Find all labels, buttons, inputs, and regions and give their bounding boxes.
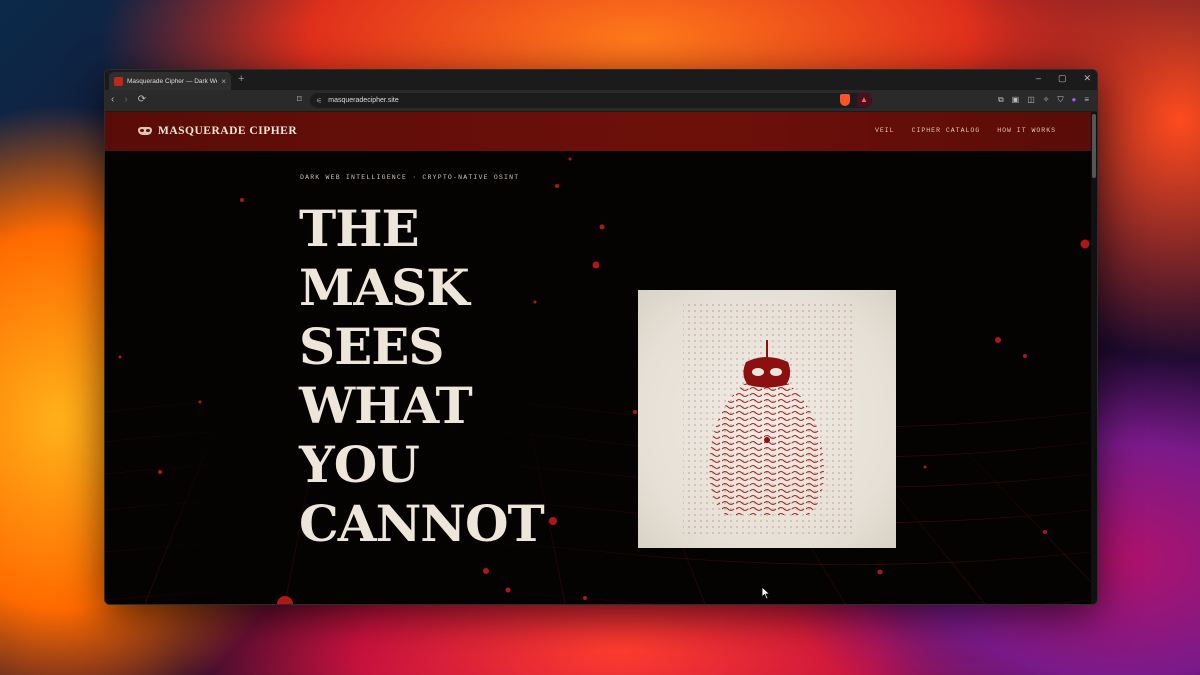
sidebar-icon[interactable]: ▣ bbox=[1012, 95, 1020, 105]
tab-title: Masquerade Cipher — Dark Web bbox=[127, 77, 218, 85]
headline-line: MASK bbox=[299, 258, 470, 317]
new-tab-button[interactable]: + bbox=[238, 73, 244, 85]
tab-close-icon[interactable]: × bbox=[221, 77, 226, 86]
brand-name: MASQUERADE CIPHER bbox=[158, 125, 298, 137]
headline-line: YOU bbox=[299, 435, 420, 494]
nav-link-how-it-works[interactable]: HOW IT WORKS bbox=[997, 127, 1056, 134]
hero-headline: THE MASK SEES WHAT YOU CANNOT bbox=[299, 199, 545, 553]
window-controls: – ▢ ✕ bbox=[1036, 73, 1091, 84]
web-page: MASQUERADE CIPHER VEIL CIPHER CATALOG HO… bbox=[105, 112, 1091, 604]
brave-shields-icon[interactable] bbox=[840, 94, 850, 106]
site-favicon-icon bbox=[114, 76, 123, 86]
tab-bar: Masquerade Cipher — Dark Web × + – ▢ ✕ bbox=[105, 70, 1097, 90]
extensions-icon[interactable]: ⧉ bbox=[998, 95, 1004, 105]
headline-line: WHAT bbox=[299, 376, 473, 435]
browser-window: Masquerade Cipher — Dark Web × + – ▢ ✕ ‹… bbox=[104, 69, 1098, 605]
split-view-icon[interactable]: ◫ bbox=[1027, 95, 1035, 105]
back-icon[interactable]: ‹ bbox=[111, 94, 114, 105]
page-scrollbar[interactable] bbox=[1091, 112, 1097, 604]
vpn-icon[interactable]: ⛉ bbox=[1057, 95, 1063, 105]
leo-icon[interactable]: ✧ bbox=[1043, 95, 1050, 105]
bookmark-icon[interactable]: ⌑ bbox=[297, 94, 302, 105]
masked-figure-illustration bbox=[683, 300, 853, 535]
hero-eyebrow: DARK WEB INTELLIGENCE · CRYPTO-NATIVE OS… bbox=[300, 174, 520, 181]
maximize-button[interactable]: ▢ bbox=[1058, 73, 1067, 84]
menu-icon[interactable]: ≡ bbox=[1084, 95, 1089, 105]
site-nav: VEIL CIPHER CATALOG HOW IT WORKS bbox=[875, 127, 1056, 134]
nav-link-veil[interactable]: VEIL bbox=[875, 127, 895, 134]
particle-background bbox=[105, 117, 1091, 604]
minimize-button[interactable]: – bbox=[1036, 73, 1041, 84]
close-window-button[interactable]: ✕ bbox=[1083, 73, 1091, 84]
nav-link-cipher-catalog[interactable]: CIPHER CATALOG bbox=[912, 127, 981, 134]
site-settings-icon[interactable]: ⚟ bbox=[316, 97, 322, 105]
headline-line: THE bbox=[299, 199, 420, 258]
extension-toolbar: ⧉ ▣ ◫ ✧ ⛉ ● ≡ bbox=[998, 95, 1089, 105]
site-header: MASQUERADE CIPHER VEIL CIPHER CATALOG HO… bbox=[105, 112, 1091, 151]
browser-toolbar: ‹ › ⟳ ⌑ ⚟ masqueradecipher.site ⇪ ▲ ⧉ ▣ … bbox=[105, 90, 1097, 112]
particles bbox=[118, 117, 1090, 604]
perspective-grid bbox=[105, 396, 1091, 604]
mask-shape-icon bbox=[743, 357, 791, 388]
address-bar[interactable]: ⚟ masqueradecipher.site ⇪ bbox=[310, 93, 872, 108]
url-text[interactable]: masqueradecipher.site bbox=[328, 97, 859, 104]
wallet-icon[interactable]: ● bbox=[1071, 95, 1076, 105]
headline-line: CANNOT bbox=[299, 494, 545, 553]
brand-logo[interactable]: MASQUERADE CIPHER bbox=[138, 125, 297, 137]
scrollbar-thumb[interactable] bbox=[1092, 114, 1096, 178]
forward-icon[interactable]: › bbox=[124, 94, 127, 105]
masked-figure-artwork bbox=[638, 290, 896, 548]
navigation-buttons: ‹ › ⟳ bbox=[111, 94, 146, 105]
reload-icon[interactable]: ⟳ bbox=[138, 94, 146, 105]
tab-masquerade-cipher[interactable]: Masquerade Cipher — Dark Web × bbox=[109, 72, 231, 90]
mouse-cursor-icon bbox=[761, 586, 771, 600]
headline-line: SEES bbox=[299, 317, 444, 376]
mask-icon bbox=[138, 127, 152, 135]
brave-rewards-icon[interactable]: ▲ bbox=[857, 93, 871, 107]
